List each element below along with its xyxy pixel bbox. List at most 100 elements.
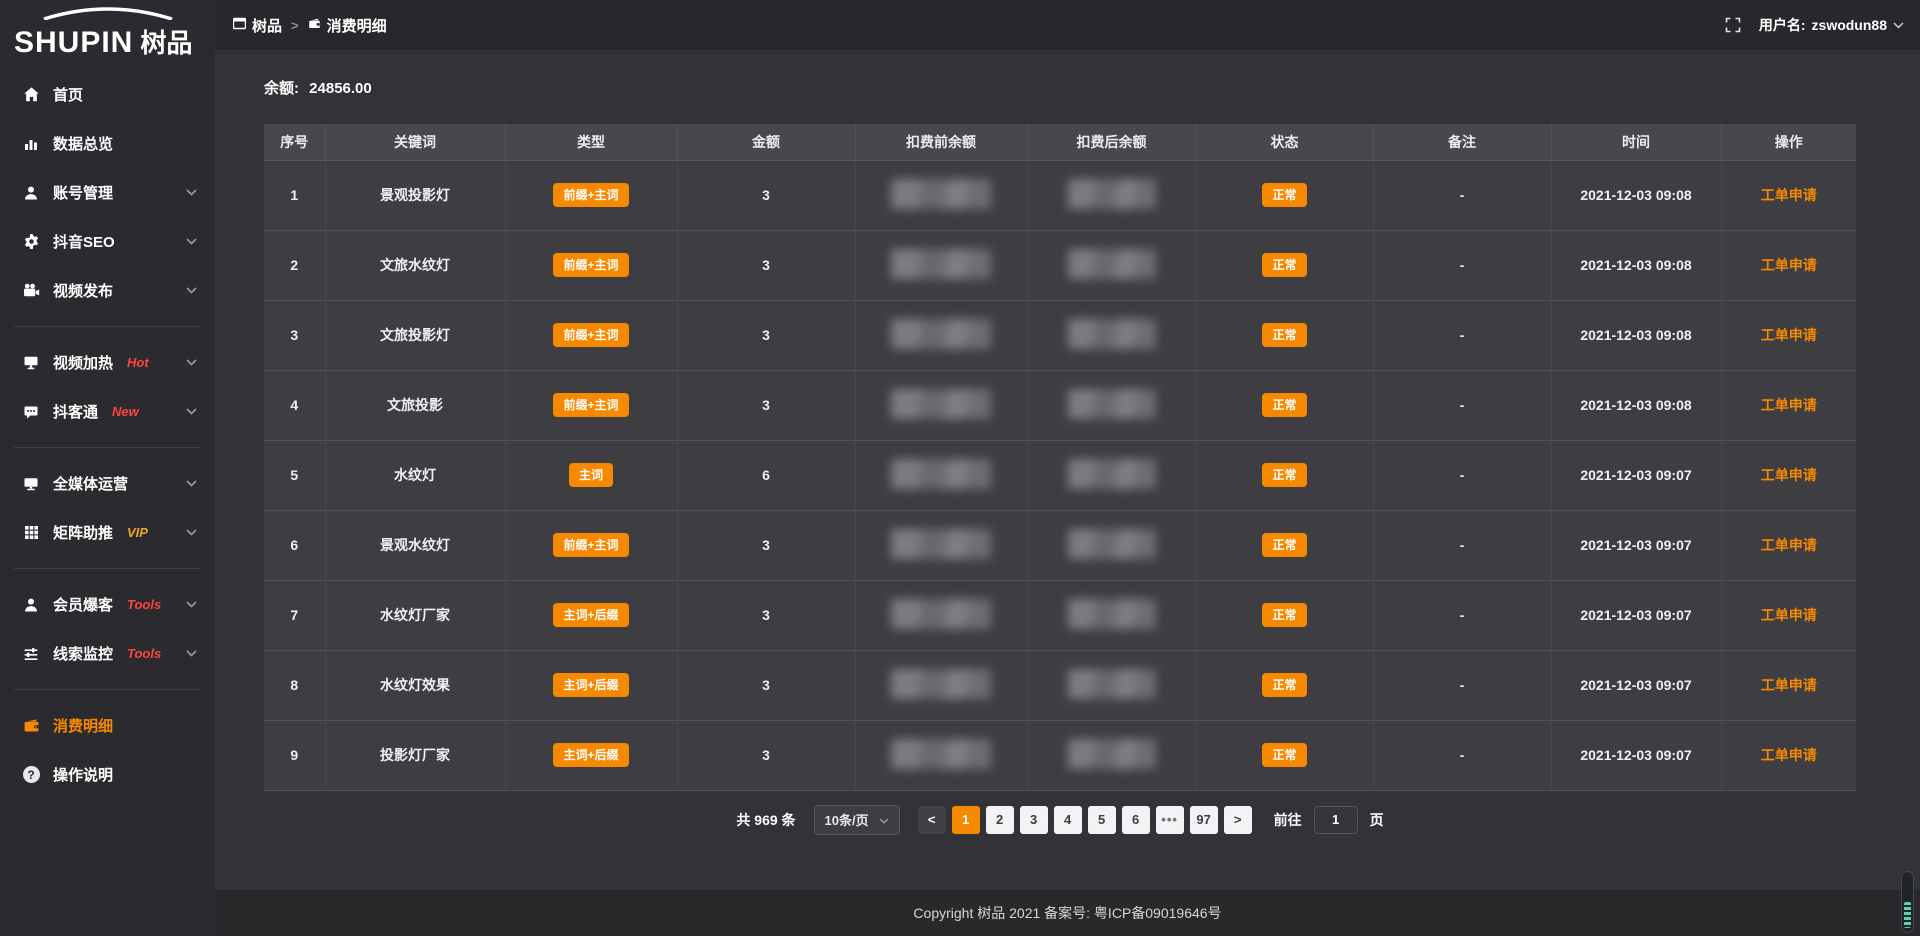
work-order-link[interactable]: 工单申请	[1761, 607, 1817, 623]
status-badge: 正常	[1262, 603, 1306, 627]
sidebar-item-consumption-details[interactable]: 消费明细	[0, 701, 215, 750]
table-row: 8 水纹灯效果 主词+后缀 3 正常 - 2021-12-03 09:07 工单…	[264, 650, 1856, 720]
work-order-link[interactable]: 工单申请	[1761, 257, 1817, 273]
page-button-6[interactable]: 6	[1122, 806, 1150, 834]
work-order-link[interactable]: 工单申请	[1761, 327, 1817, 343]
prev-page-button[interactable]: <	[918, 806, 946, 834]
remark-cell: -	[1460, 327, 1465, 343]
row-index: 9	[290, 747, 298, 763]
remark-cell: -	[1460, 257, 1465, 273]
logo-arc	[42, 7, 174, 20]
amount-cell: 3	[762, 607, 770, 623]
sidebar-item-label: 抖音SEO	[53, 231, 115, 252]
time-cell: 2021-12-03 09:08	[1580, 187, 1691, 203]
page-button-97[interactable]: 97	[1190, 806, 1218, 834]
balance-before-redacted	[891, 319, 991, 349]
column-header-keyword: 关键词	[325, 124, 505, 160]
pages-ellipsis[interactable]: •••	[1156, 806, 1184, 834]
keyword-cell: 文旅投影灯	[380, 327, 450, 343]
wallet-icon	[22, 717, 40, 735]
remark-cell: -	[1460, 747, 1465, 763]
amount-cell: 3	[762, 257, 770, 273]
table-row: 7 水纹灯厂家 主词+后缀 3 正常 - 2021-12-03 09:07 工单…	[264, 580, 1856, 650]
sidebar-item-label: 视频加热	[53, 352, 113, 373]
chevron-down-icon	[879, 812, 889, 827]
page-size-select[interactable]: 10条/页	[814, 805, 900, 835]
balance-label: 余额:	[264, 80, 299, 97]
work-order-link[interactable]: 工单申请	[1761, 467, 1817, 483]
balance-before-redacted	[891, 389, 991, 419]
balance-before-redacted	[891, 669, 991, 699]
time-cell: 2021-12-03 09:07	[1580, 467, 1691, 483]
screen-board-icon	[22, 354, 40, 372]
goto-page-input[interactable]	[1314, 806, 1358, 834]
sidebar-item-doukeron[interactable]: 抖客通 New	[0, 387, 215, 436]
floating-widget[interactable]	[1901, 871, 1914, 933]
table-row: 4 文旅投影 前缀+主词 3 正常 - 2021-12-03 09:08 工单申…	[264, 370, 1856, 440]
balance-line: 余额: 24856.00	[264, 77, 1856, 98]
work-order-link[interactable]: 工单申请	[1761, 187, 1817, 203]
content-area: 余额: 24856.00 序号 关键词 类型 金额 扣费前余额 扣费后余额 状态…	[215, 50, 1920, 890]
keyword-cell: 投影灯厂家	[380, 747, 450, 763]
breadcrumb-root[interactable]: 树品	[233, 15, 282, 36]
logo: SHUPIN 树品	[0, 0, 215, 58]
remark-cell: -	[1460, 537, 1465, 553]
home-icon	[22, 86, 40, 104]
app-window-icon	[233, 17, 246, 34]
footer: Copyright 树品 2021 备案号: 粤ICP备09019646号	[215, 890, 1920, 936]
balance-before-redacted	[891, 179, 991, 209]
brand-name-en: SHUPIN	[14, 26, 133, 60]
sidebar-item-label: 矩阵助推	[53, 522, 113, 543]
sidebar-item-operation-guide[interactable]: ? 操作说明	[0, 750, 215, 799]
table-header-row: 序号 关键词 类型 金额 扣费前余额 扣费后余额 状态 备注 时间 操作	[264, 124, 1856, 160]
page-button-4[interactable]: 4	[1054, 806, 1082, 834]
balance-after-redacted	[1068, 599, 1156, 629]
keyword-cell: 景观投影灯	[380, 187, 450, 203]
wallet-icon	[308, 17, 321, 34]
member-icon	[22, 596, 40, 614]
sidebar-item-member-baoke[interactable]: 会员爆客 Tools	[0, 580, 215, 629]
remark-cell: -	[1460, 467, 1465, 483]
balance-before-redacted	[891, 529, 991, 559]
sidebar-item-data-overview[interactable]: 数据总览	[0, 119, 215, 168]
sidebar-item-label: 消费明细	[53, 715, 113, 736]
username-label: 用户名:	[1759, 15, 1806, 35]
consumption-table: 序号 关键词 类型 金额 扣费前余额 扣费后余额 状态 备注 时间 操作 1 景…	[264, 124, 1856, 791]
balance-after-redacted	[1068, 389, 1156, 419]
sidebar-divider	[14, 689, 201, 690]
chevron-down-icon	[186, 359, 197, 366]
sidebar-item-matrix-boost[interactable]: 矩阵助推 VIP	[0, 508, 215, 557]
work-order-link[interactable]: 工单申请	[1761, 747, 1817, 763]
row-index: 1	[290, 187, 298, 203]
sidebar-item-account-management[interactable]: 账号管理	[0, 168, 215, 217]
amount-cell: 3	[762, 397, 770, 413]
page-button-3[interactable]: 3	[1020, 806, 1048, 834]
table-row: 2 文旅水纹灯 前缀+主词 3 正常 - 2021-12-03 09:08 工单…	[264, 230, 1856, 300]
sidebar-item-lead-monitoring[interactable]: 线索监控 Tools	[0, 629, 215, 678]
user-menu[interactable]: 用户名: zswodun88	[1759, 15, 1904, 35]
sidebar-item-omnimedia-operation[interactable]: 全媒体运营	[0, 459, 215, 508]
sidebar-item-home[interactable]: 首页	[0, 70, 215, 119]
work-order-link[interactable]: 工单申请	[1761, 397, 1817, 413]
work-order-link[interactable]: 工单申请	[1761, 677, 1817, 693]
page-button-2[interactable]: 2	[986, 806, 1014, 834]
sidebar-divider	[14, 326, 201, 327]
type-tag: 主词	[569, 463, 613, 487]
work-order-link[interactable]: 工单申请	[1761, 537, 1817, 553]
page-button-1[interactable]: 1	[952, 806, 980, 834]
time-cell: 2021-12-03 09:07	[1580, 537, 1691, 553]
breadcrumb-current[interactable]: 消费明细	[308, 15, 387, 36]
type-tag: 前缀+主词	[553, 183, 628, 207]
sidebar-item-video-heating[interactable]: 视频加热 Hot	[0, 338, 215, 387]
copyright-text: Copyright 树品 2021 备案号: 粤ICP备09019646号	[913, 903, 1221, 923]
sidebar-item-label: 会员爆客	[53, 594, 113, 615]
sidebar-item-video-publish[interactable]: 视频发布	[0, 266, 215, 315]
page-button-5[interactable]: 5	[1088, 806, 1116, 834]
fullscreen-button[interactable]	[1725, 17, 1741, 33]
chevron-down-icon	[186, 408, 197, 415]
next-page-button[interactable]: >	[1224, 806, 1252, 834]
sidebar-item-label: 操作说明	[53, 764, 113, 785]
status-badge: 正常	[1262, 533, 1306, 557]
chevron-down-icon	[186, 287, 197, 294]
sidebar-item-douyin-seo[interactable]: 抖音SEO	[0, 217, 215, 266]
